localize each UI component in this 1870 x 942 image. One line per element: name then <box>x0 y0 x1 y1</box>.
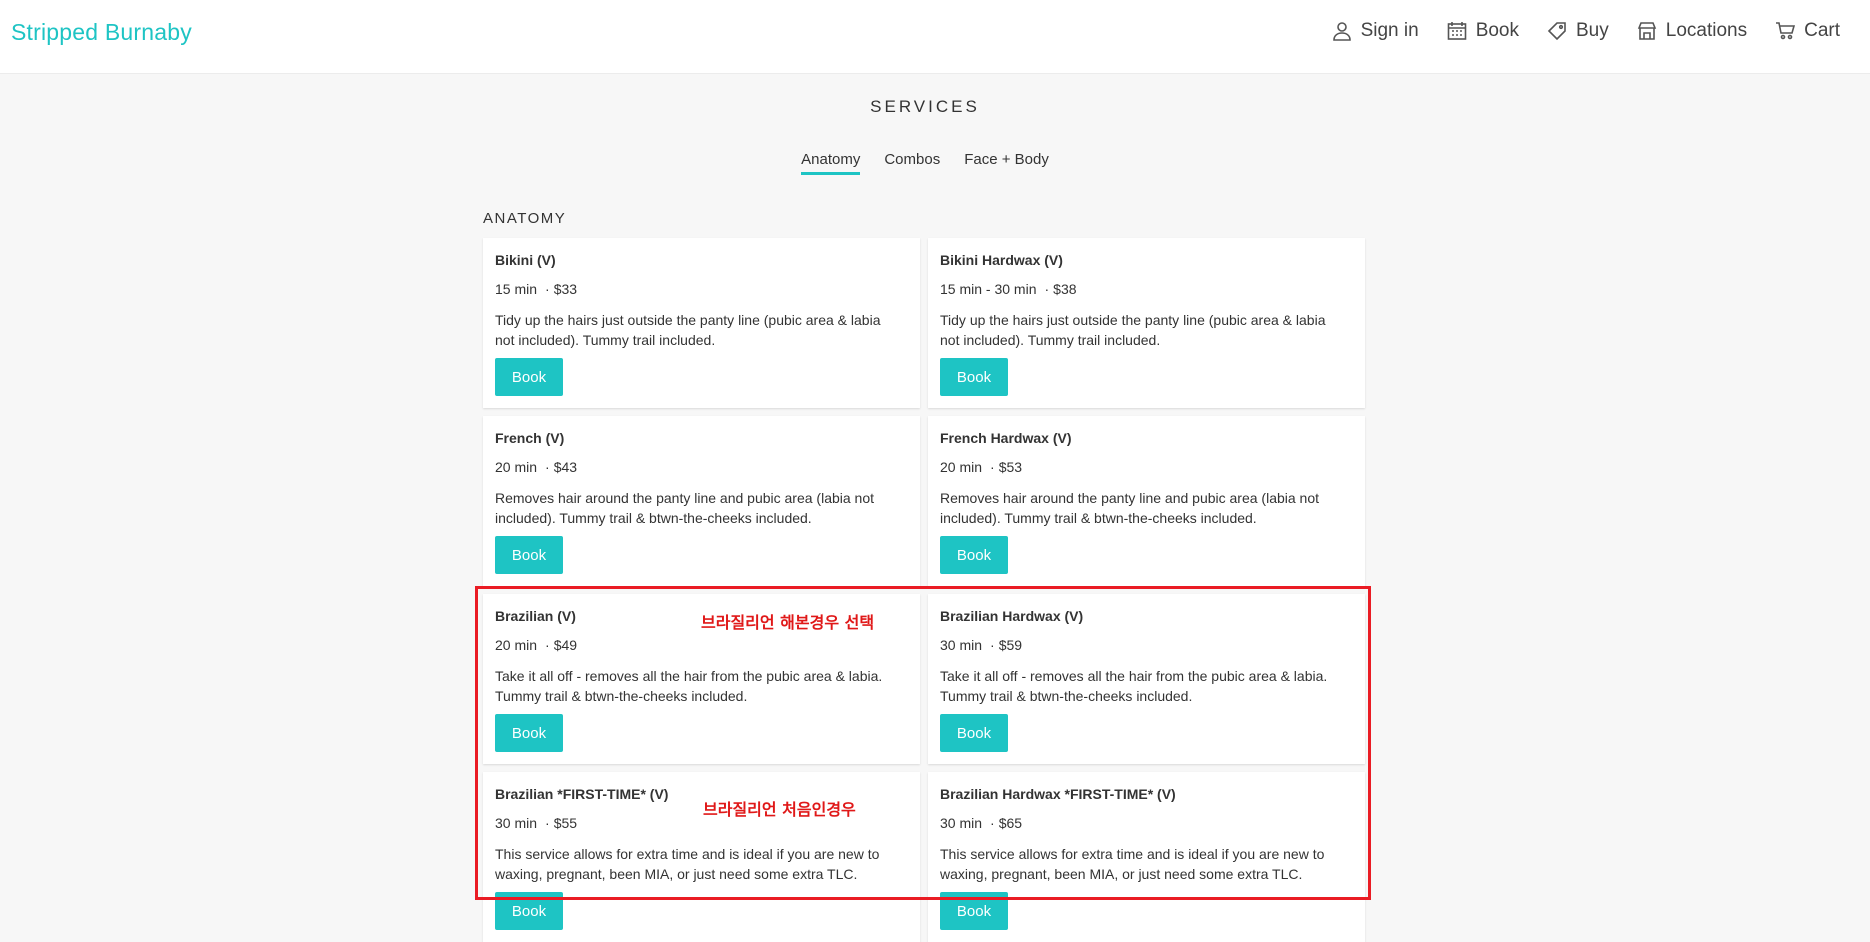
service-description: Tidy up the hairs just outside the panty… <box>495 312 881 348</box>
book-button[interactable]: Book <box>940 358 1008 396</box>
service-price: $38 <box>1053 281 1077 297</box>
service-duration: 20 min <box>495 637 538 653</box>
section-title: ANATOMY <box>483 210 567 227</box>
book-button[interactable]: Book <box>940 892 1008 930</box>
service-duration: 30 min <box>940 637 983 653</box>
service-duration: 30 min <box>940 815 983 831</box>
nav-cart[interactable]: Cart <box>1775 20 1840 42</box>
service-duration: 20 min <box>495 459 538 475</box>
service-duration: 30 min <box>495 815 538 831</box>
service-duration: 15 min - 30 min <box>940 281 1037 297</box>
service-meta: 30 min · $65 <box>940 815 1023 831</box>
service-meta: 30 min · $59 <box>940 637 1023 653</box>
nav-locations-label: Locations <box>1665 20 1748 41</box>
annotation-note-first-time: 브라질리언 처음인경우 <box>703 800 856 819</box>
book-button[interactable]: Book <box>940 536 1008 574</box>
tab-combos[interactable]: Combos <box>884 151 940 175</box>
cart-icon <box>1776 22 1796 40</box>
service-description: Removes hair around the panty line and p… <box>495 490 875 526</box>
service-card: Brazilian Hardwax (V) 30 min · $59 Take it… <box>928 594 1365 764</box>
store-icon <box>1637 22 1656 40</box>
nav-sign-in-label: Sign in <box>1360 20 1419 41</box>
nav-locations[interactable]: Locations <box>1637 20 1747 42</box>
top-navigation-bar: Stripped Burnaby Sign in Book Buy Locati… <box>0 0 1870 74</box>
service-price: $65 <box>998 815 1023 831</box>
service-price: $33 <box>553 281 578 297</box>
nav-buy-label: Buy <box>1576 20 1609 41</box>
book-button[interactable]: Book <box>495 536 563 574</box>
user-icon <box>1332 22 1351 41</box>
tab-anatomy[interactable]: Anatomy <box>801 151 861 175</box>
book-button[interactable]: Book <box>940 714 1008 752</box>
service-description: Removes hair around the panty line and p… <box>940 490 1320 526</box>
service-meta: 20 min · $49 <box>495 637 578 653</box>
service-name: Bikini (V) <box>495 252 556 268</box>
service-name: French Hardwax (V) <box>940 430 1072 446</box>
service-name: Brazilian Hardwax *FIRST-TIME* (V) <box>940 786 1176 802</box>
book-button[interactable]: Book <box>495 358 563 396</box>
service-description: Take it all off - removes all the hair f… <box>495 668 883 704</box>
service-meta: 20 min · $43 <box>495 459 578 475</box>
service-name: French (V) <box>495 430 565 446</box>
nav-buy[interactable]: Buy <box>1547 20 1609 42</box>
service-name: Brazilian Hardwax (V) <box>940 608 1084 624</box>
service-meta: 15 min - 30 min · $38 <box>940 281 1077 297</box>
service-description: This service allows for extra time and i… <box>940 846 1325 882</box>
service-card: Bikini (V) 15 min · $33 Tidy up the hairs … <box>483 238 920 408</box>
service-description: Take it all off - removes all the hair f… <box>940 668 1328 704</box>
service-price: $55 <box>553 815 578 831</box>
service-card: French (V) 20 min · $43 Removes hair aroun… <box>483 416 920 586</box>
service-price: $53 <box>998 459 1023 475</box>
service-price: $59 <box>998 637 1023 653</box>
book-button[interactable]: Book <box>495 892 563 930</box>
service-price: $43 <box>553 459 578 475</box>
service-description: Tidy up the hairs just outside the panty… <box>940 312 1326 348</box>
service-meta: 15 min · $33 <box>495 281 578 297</box>
service-price: $49 <box>553 637 578 653</box>
service-card: Bikini Hardwax (V) 15 min - 30 min · $38 T… <box>928 238 1365 408</box>
service-name: Bikini Hardwax (V) <box>940 252 1063 268</box>
service-card: Brazilian Hardwax *FIRST-TIME* (V) 30 mi… <box>928 772 1365 942</box>
book-button[interactable]: Book <box>495 714 563 752</box>
service-category-tabs: Anatomy Combos Face + Body <box>0 151 1850 175</box>
nav-book[interactable]: Book <box>1447 20 1519 42</box>
page-title: SERVICES <box>870 97 980 116</box>
service-card: French Hardwax (V) 20 min · $53 Removes ha… <box>928 416 1365 586</box>
service-meta: 20 min · $53 <box>940 459 1023 475</box>
main-nav: Sign in Book Buy Locations Cart <box>1304 20 1840 42</box>
service-duration: 15 min <box>495 281 538 297</box>
annotation-note-brazilian: 브라질리언 해본경우 선택 <box>701 613 875 632</box>
calendar-icon <box>1447 22 1466 40</box>
service-description: This service allows for extra time and i… <box>495 846 880 882</box>
brand-logo[interactable]: Stripped Burnaby <box>11 19 192 46</box>
nav-sign-in[interactable]: Sign in <box>1332 20 1419 42</box>
nav-cart-label: Cart <box>1804 20 1840 41</box>
nav-book-label: Book <box>1475 20 1519 41</box>
tag-icon <box>1547 22 1566 41</box>
service-duration: 20 min <box>940 459 983 475</box>
services-grid: Bikini (V) 15 min · $33 Tidy up the hairs … <box>483 238 1367 942</box>
tab-face-body[interactable]: Face + Body <box>964 151 1049 175</box>
